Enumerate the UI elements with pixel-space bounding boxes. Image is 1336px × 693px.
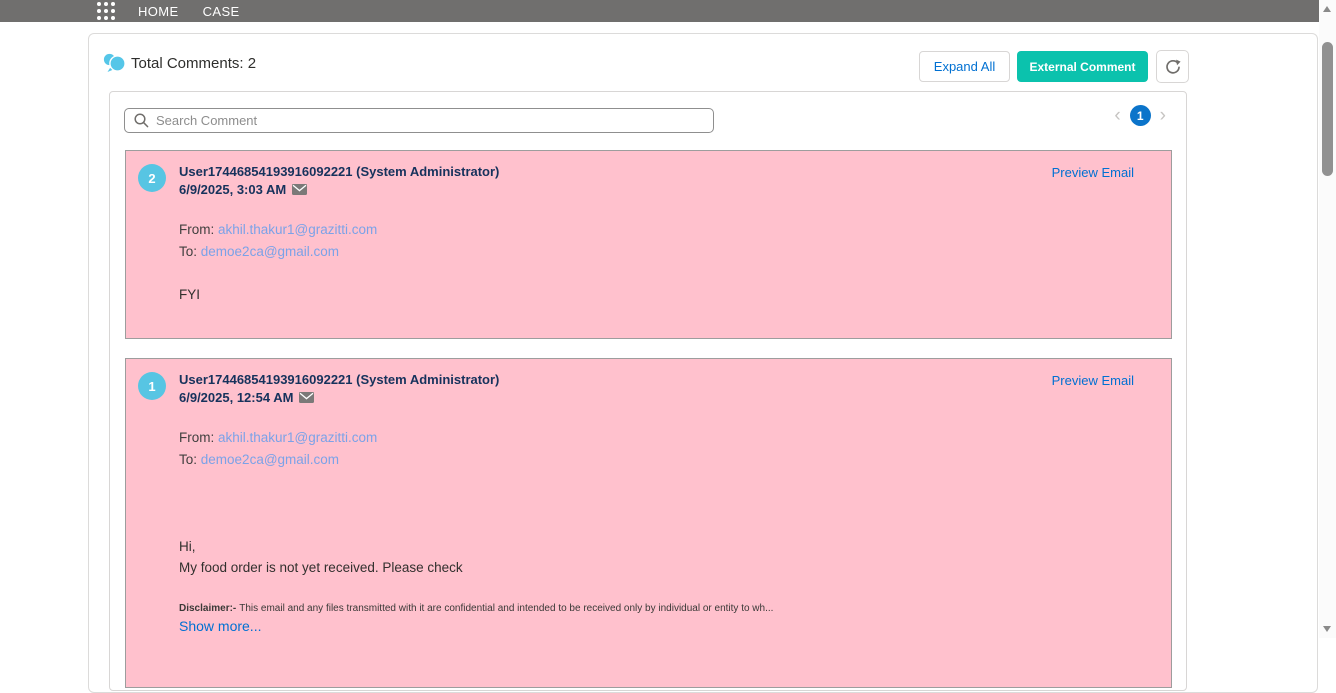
email-to-line: To: demoe2ca@gmail.com — [179, 452, 339, 467]
comment-author: User17446854193916092221 (System Adminis… — [179, 164, 499, 179]
vertical-scrollbar[interactable] — [1319, 0, 1336, 638]
email-from-line: From: akhil.thakur1@grazitti.com — [179, 430, 377, 445]
comment-card: 2 User17446854193916092221 (System Admin… — [125, 150, 1172, 339]
comments-widget: Total Comments: 2 Expand All External Co… — [88, 33, 1318, 693]
to-label: To: — [179, 244, 197, 259]
preview-email-link[interactable]: Preview Email — [1052, 373, 1134, 388]
comment-number-badge: 1 — [138, 372, 166, 400]
app-header: HOME CASE — [0, 0, 1319, 22]
to-email-link[interactable]: demoe2ca@gmail.com — [201, 452, 339, 467]
comment-timestamp-row: 6/9/2025, 12:54 AM — [179, 390, 314, 405]
comment-card: 1 User17446854193916092221 (System Admin… — [125, 358, 1172, 688]
comment-body: FYI — [179, 287, 200, 302]
to-label: To: — [179, 452, 197, 467]
disclaimer-text: This email and any files transmitted wit… — [239, 603, 773, 614]
nav-tab-home[interactable]: HOME — [138, 4, 179, 19]
envelope-icon — [292, 184, 307, 195]
comment-timestamp: 6/9/2025, 12:54 AM — [179, 390, 293, 405]
email-to-line: To: demoe2ca@gmail.com — [179, 244, 339, 259]
from-email-link[interactable]: akhil.thakur1@grazitti.com — [218, 430, 377, 445]
to-email-link[interactable]: demoe2ca@gmail.com — [201, 244, 339, 259]
from-label: From: — [179, 222, 214, 237]
comment-timestamp: 6/9/2025, 3:03 AM — [179, 182, 286, 197]
external-comment-button[interactable]: External Comment — [1017, 51, 1148, 82]
from-email-link[interactable]: akhil.thakur1@grazitti.com — [218, 222, 377, 237]
comment-timestamp-row: 6/9/2025, 3:03 AM — [179, 182, 307, 197]
expand-all-button[interactable]: Expand All — [919, 51, 1010, 82]
email-disclaimer: Disclaimer:-This email and any files tra… — [179, 603, 773, 614]
comment-body-line: Hi, — [179, 536, 463, 557]
page-number-badge[interactable]: 1 — [1130, 105, 1151, 126]
comment-number-badge: 2 — [138, 164, 166, 192]
nav-tab-case[interactable]: CASE — [203, 4, 240, 19]
chevron-right-icon[interactable]: › — [1160, 105, 1166, 126]
comment-author: User17446854193916092221 (System Adminis… — [179, 372, 499, 387]
top-navigation: HOME CASE — [138, 4, 240, 19]
disclaimer-label: Disclaimer:- — [179, 603, 236, 614]
app-launcher-icon[interactable] — [97, 2, 115, 20]
preview-email-link[interactable]: Preview Email — [1052, 165, 1134, 180]
refresh-icon — [1165, 59, 1181, 75]
scrollbar-thumb[interactable] — [1322, 42, 1333, 176]
show-more-link[interactable]: Show more... — [179, 618, 261, 634]
chat-bubbles-icon — [103, 53, 126, 78]
pagination: ‹ 1 › — [1114, 105, 1166, 126]
email-from-line: From: akhil.thakur1@grazitti.com — [179, 222, 377, 237]
from-label: From: — [179, 430, 214, 445]
refresh-button[interactable] — [1156, 50, 1189, 83]
comment-body-line: My food order is not yet received. Pleas… — [179, 557, 463, 578]
search-box — [124, 108, 714, 133]
scroll-down-arrow-icon[interactable] — [1323, 626, 1331, 632]
total-comments-title: Total Comments: 2 — [131, 55, 256, 72]
search-input[interactable] — [124, 108, 714, 133]
envelope-icon — [299, 392, 314, 403]
scroll-up-arrow-icon[interactable] — [1323, 6, 1331, 12]
comment-body: Hi, My food order is not yet received. P… — [179, 536, 463, 578]
comments-panel: ‹ 1 › 2 User17446854193916092221 (System… — [109, 91, 1187, 691]
chevron-left-icon[interactable]: ‹ — [1114, 105, 1120, 126]
